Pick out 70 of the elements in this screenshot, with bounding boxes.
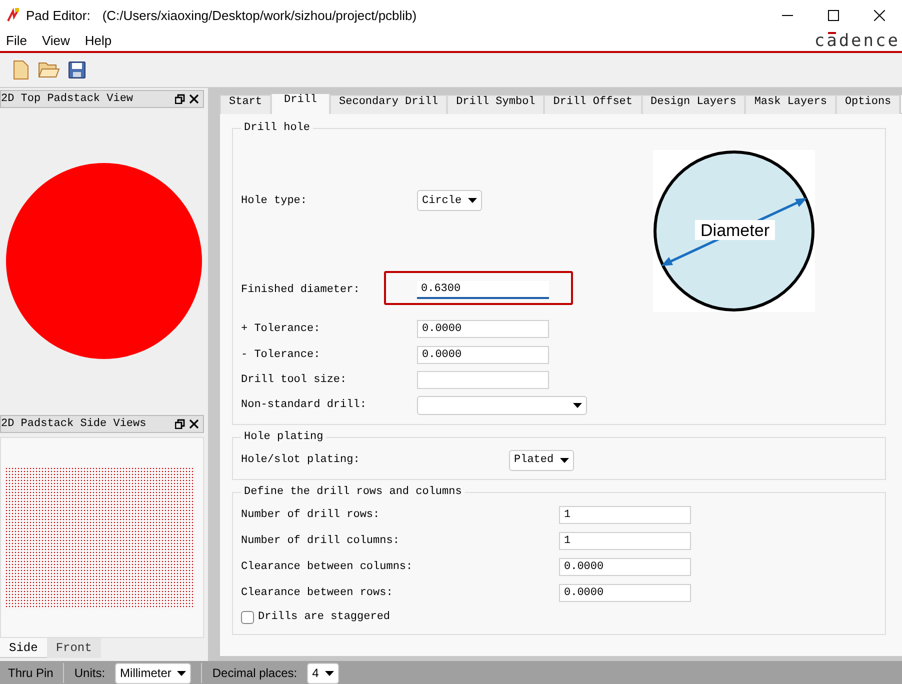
input-field[interactable]: 0.0000 xyxy=(559,558,691,576)
menu-item[interactable]: Help xyxy=(78,33,121,48)
dropdown[interactable]: Circle xyxy=(417,190,482,212)
tab[interactable]: Front xyxy=(46,638,101,658)
field-label: Hole type: xyxy=(241,194,308,207)
tab[interactable]: Start xyxy=(220,95,272,114)
tab[interactable]: Drill xyxy=(271,94,330,114)
dropdown-value: Millimeter xyxy=(120,666,172,680)
dropdown-value: Circle xyxy=(422,194,462,207)
tab[interactable]: Secondary Drill xyxy=(330,95,448,114)
dropdown[interactable]: Plated xyxy=(509,450,574,470)
caret-icon xyxy=(177,670,186,676)
input-field[interactable]: 0.0000 xyxy=(417,346,549,364)
tab[interactable]: Mask Layers xyxy=(745,95,836,114)
input-field[interactable] xyxy=(417,370,549,389)
caret-icon xyxy=(560,458,569,462)
decimal-places-label: Decimal places: xyxy=(212,666,298,680)
checkbox-label: Drills are staggered xyxy=(258,611,390,623)
tab[interactable]: Drill Offset xyxy=(544,95,642,114)
restore-icon[interactable] xyxy=(175,94,185,104)
tab[interactable]: Side xyxy=(0,638,47,658)
input-field[interactable]: 1 xyxy=(559,506,691,524)
window-path: (C:/Users/xiaoxing/Desktop/work/sizhou/project/pcblib) xyxy=(102,8,417,22)
app-icon xyxy=(6,8,20,22)
checkbox[interactable] xyxy=(241,610,254,624)
dropdown-value: 4 xyxy=(312,666,319,680)
field-label: Clearance between columns: xyxy=(241,561,414,573)
units-label: Units: xyxy=(74,666,106,680)
input-field[interactable]: 1 xyxy=(559,532,691,550)
minimize-icon[interactable] xyxy=(782,14,792,16)
decimal-places-dropdown[interactable]: 4 xyxy=(307,662,339,684)
field-label: Number of drill rows: xyxy=(241,509,381,521)
input-field[interactable]: 0.6300 xyxy=(417,280,549,299)
group-title: Hole plating xyxy=(243,431,324,443)
new-file-icon[interactable] xyxy=(12,60,30,80)
field-label: Non-standard drill: xyxy=(241,399,368,412)
field-label: Hole/slot plating: xyxy=(241,454,361,466)
panel-title: 2D Padstack Side Views xyxy=(1,418,148,430)
save-icon[interactable] xyxy=(68,61,86,79)
tab[interactable]: Drill Symbol xyxy=(447,95,544,114)
tab[interactable]: Design Layers xyxy=(642,95,746,114)
tab[interactable]: Options xyxy=(836,95,900,114)
maximize-icon[interactable] xyxy=(828,10,838,20)
field-label: Drill tool size: xyxy=(241,374,348,386)
group-title: Drill hole xyxy=(243,122,312,134)
field-label: Finished diameter: xyxy=(241,284,361,296)
caret-icon xyxy=(324,670,334,676)
caret-icon xyxy=(573,402,582,408)
input-field[interactable]: 0.0000 xyxy=(417,320,549,338)
close-icon[interactable] xyxy=(189,419,199,429)
close-icon[interactable] xyxy=(874,10,884,20)
field-label: - Tolerance: xyxy=(241,348,322,361)
input-field[interactable]: 0.0000 xyxy=(559,584,691,602)
menu-item[interactable]: File xyxy=(0,33,36,48)
caret-icon xyxy=(468,198,477,204)
units-dropdown[interactable]: Millimeter xyxy=(115,662,192,684)
field-label: Number of drill columns: xyxy=(241,535,400,547)
group-title: Define the drill rows and columns xyxy=(243,486,463,498)
logo: cadence xyxy=(814,30,900,50)
panel-title: 2D Top Padstack View xyxy=(1,93,134,105)
diameter-diagram: Diameter xyxy=(653,150,815,312)
window-title: Pad Editor: xyxy=(26,8,90,22)
close-icon[interactable] xyxy=(189,94,199,104)
menu-item[interactable]: View xyxy=(36,33,79,48)
dropdown-value: Plated xyxy=(514,454,554,466)
field-label: + Tolerance: xyxy=(241,323,322,336)
folder-icon[interactable] xyxy=(38,61,60,79)
field-label: Clearance between rows: xyxy=(241,587,394,599)
restore-icon[interactable] xyxy=(175,419,185,429)
pin-type: Thru Pin xyxy=(8,666,54,680)
